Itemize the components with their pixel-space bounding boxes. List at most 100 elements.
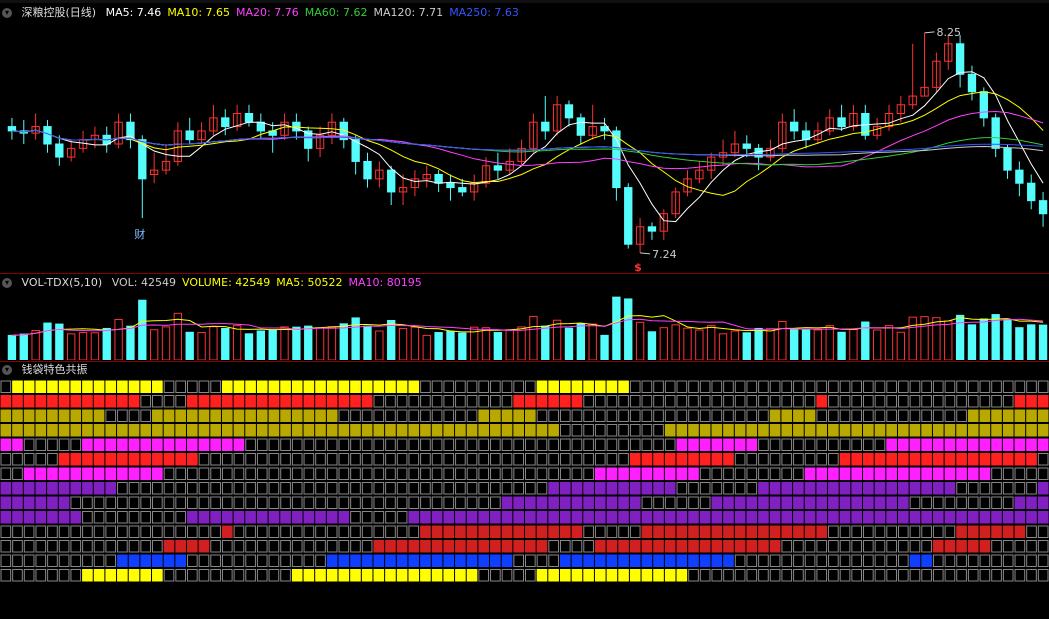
indicator-cell — [70, 409, 82, 422]
indicator-cell — [268, 467, 280, 480]
indicator-cell — [280, 424, 291, 437]
volume-bar — [78, 332, 88, 360]
indicator-cell — [828, 438, 839, 451]
indicator-cell — [723, 496, 734, 509]
indicator-cell — [723, 569, 734, 582]
indicator-cell — [385, 525, 396, 538]
volume-bar — [244, 333, 254, 360]
collapse-toggle-icon[interactable]: ▾ — [2, 278, 12, 288]
indicator-cell — [466, 424, 478, 437]
volume-bar — [7, 334, 17, 360]
indicator-cell — [93, 569, 105, 582]
indicator-cell — [443, 496, 455, 509]
volume-chart[interactable] — [0, 290, 1049, 360]
indicator-cell — [221, 496, 233, 509]
candle-body — [458, 187, 467, 193]
indicator-cell — [758, 540, 769, 553]
indicator-cell — [128, 409, 140, 422]
indicator-cell — [688, 540, 699, 553]
indicator-cell — [723, 511, 734, 524]
indicator-cell — [525, 511, 536, 524]
volume-bar — [481, 327, 491, 360]
indicator-cell — [152, 438, 163, 451]
indicator-cell — [723, 395, 734, 408]
indicator-cell — [676, 482, 688, 495]
indicator-cell — [559, 554, 571, 567]
indicator-cell — [629, 380, 641, 393]
indicator-cell — [559, 540, 571, 553]
indicator-cell — [420, 554, 431, 567]
indicator-cell — [583, 569, 594, 582]
volume-bar — [778, 321, 787, 360]
volume-bar — [232, 325, 242, 360]
indicator-cell — [688, 482, 699, 495]
indicator-cell — [58, 424, 70, 437]
resonance-indicator-grid[interactable] — [0, 378, 1049, 619]
indicator-cell — [769, 424, 781, 437]
indicator-cell — [851, 395, 863, 408]
indicator-cell — [315, 554, 326, 567]
indicator-cell — [221, 380, 233, 393]
indicator-cell — [117, 467, 128, 480]
indicator-cell — [140, 467, 152, 480]
indicator-cell — [70, 482, 82, 495]
indicator-cell — [618, 380, 629, 393]
indicator-cell — [256, 424, 268, 437]
indicator-cell — [280, 453, 291, 466]
indicator-cell — [455, 569, 466, 582]
indicator-cell — [70, 380, 82, 393]
indicator-cell — [758, 409, 769, 422]
indicator-cell — [525, 424, 536, 437]
indicator-cell — [967, 438, 979, 451]
indicator-cell — [828, 453, 839, 466]
indicator-cell — [35, 511, 47, 524]
indicator-cell — [839, 569, 851, 582]
indicator-cell — [210, 511, 221, 524]
indicator-cell — [117, 438, 128, 451]
volume-bar — [138, 299, 147, 360]
indicator-cell — [152, 525, 163, 538]
indicator-cell — [863, 453, 874, 466]
volume-indicator-name[interactable]: VOL-TDX(5,10) — [22, 276, 103, 289]
indicator-cell — [839, 424, 851, 437]
indicator-cell — [816, 569, 828, 582]
indicator-cell — [583, 467, 594, 480]
indicator-cell — [233, 380, 245, 393]
indicator-cell — [548, 380, 559, 393]
indicator-cell — [210, 453, 221, 466]
indicator-cell — [443, 409, 455, 422]
indicator-cell — [606, 409, 618, 422]
indicator-cell — [163, 482, 175, 495]
indicator-cell — [629, 438, 641, 451]
indicator-cell — [58, 496, 70, 509]
indicator-cell — [571, 409, 583, 422]
indicator-cell — [629, 409, 641, 422]
indicator-cell — [559, 511, 571, 524]
indicator-cell — [1014, 467, 1026, 480]
volume-bar — [126, 325, 135, 360]
indicator-cell — [82, 540, 93, 553]
indicator-cell — [699, 525, 711, 538]
indicator-cell — [711, 409, 723, 422]
indicator-cell — [152, 395, 163, 408]
indicator-cell — [47, 395, 58, 408]
indicator-cell — [256, 395, 268, 408]
indicator-cell — [1037, 540, 1049, 553]
indicator-cell — [466, 540, 478, 553]
indicator-cell — [385, 540, 396, 553]
volume-bar — [280, 326, 289, 360]
indicator-cell — [1026, 554, 1037, 567]
indicator-cell — [420, 496, 431, 509]
indicator-cell — [536, 554, 548, 567]
indicator-cell — [863, 395, 874, 408]
indicator-cell — [956, 424, 967, 437]
indicator-cell — [291, 453, 303, 466]
collapse-toggle-icon[interactable]: ▾ — [2, 365, 12, 375]
indicator-cell — [991, 409, 1002, 422]
indicator-cell — [385, 569, 396, 582]
indicator-cell — [886, 511, 897, 524]
indicator-cell — [315, 438, 326, 451]
indicator-cell — [594, 409, 606, 422]
price-chart[interactable]: 8.25 7.24 $ 财 — [0, 16, 1049, 272]
indicator-name[interactable]: 钱袋特色共振 — [22, 363, 88, 376]
